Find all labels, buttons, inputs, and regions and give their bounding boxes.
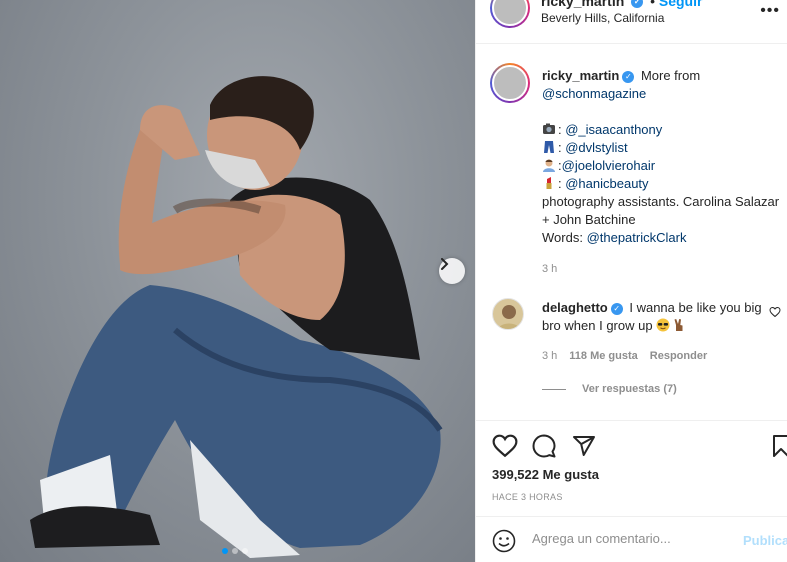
- commenter-avatar[interactable]: [492, 298, 524, 330]
- verified-badge-icon: ✓: [610, 302, 623, 315]
- caption-words-label: Words:: [542, 230, 587, 245]
- post-time-ago[interactable]: HACE 3 HORAS: [492, 492, 563, 502]
- author-username[interactable]: ricky_martin: [541, 0, 624, 9]
- verified-badge-icon: ✓: [631, 0, 644, 9]
- comment-likes[interactable]: 118 Me gusta: [569, 350, 637, 362]
- view-replies-button[interactable]: Ver respuestas (7): [542, 383, 677, 395]
- post-actions: 399,522 Me gusta HACE 3 HORAS: [476, 420, 787, 516]
- credit-link[interactable]: @_isaacanthony: [565, 122, 662, 137]
- author-avatar[interactable]: [490, 0, 530, 28]
- add-comment-bar: Publicar: [476, 516, 787, 562]
- sunglasses-emoji-icon: [656, 318, 670, 332]
- verified-badge-icon: ✓: [622, 70, 635, 83]
- header-separator: •: [650, 0, 655, 9]
- comment-username[interactable]: delaghetto: [542, 300, 608, 315]
- likes-count[interactable]: 399,522 Me gusta: [492, 467, 599, 482]
- header-user-line: ricky_martin ✓ • Seguir: [541, 0, 702, 9]
- caption-author-avatar[interactable]: [490, 63, 530, 103]
- carousel-indicator: [222, 548, 248, 554]
- replies-divider: [542, 388, 566, 390]
- more-options-icon[interactable]: •••: [760, 2, 780, 20]
- post-image: [30, 76, 443, 558]
- credit-link[interactable]: @thepatrickClark: [587, 230, 687, 245]
- caption-assistants: photography assistants. Carolina Salazar…: [542, 194, 780, 227]
- chevron-right-icon: [441, 258, 449, 270]
- haircut-emoji-icon: [543, 159, 555, 172]
- save-bookmark-icon[interactable]: [772, 434, 787, 458]
- mention-link[interactable]: @schonmagazine: [542, 86, 646, 101]
- caption-username[interactable]: ricky_martin: [542, 68, 619, 83]
- comment-timestamp[interactable]: 3 h: [542, 350, 557, 362]
- carousel-dot: [232, 548, 238, 554]
- reply-button[interactable]: Responder: [650, 350, 707, 362]
- jeans-emoji-icon: [544, 141, 554, 153]
- like-heart-icon[interactable]: [492, 434, 518, 458]
- like-comment-heart-icon[interactable]: [769, 306, 781, 318]
- comment-input[interactable]: [532, 531, 737, 546]
- carousel-dot: [222, 548, 228, 554]
- post-caption: ricky_martin ✓ More from @schonmagazine :…: [542, 67, 782, 247]
- share-send-icon[interactable]: [572, 434, 596, 458]
- emoji-picker-icon[interactable]: [492, 529, 516, 553]
- lipstick-emoji-icon: [546, 177, 552, 189]
- caption-text: More from: [640, 68, 701, 83]
- comment-bubble-icon[interactable]: [532, 434, 556, 458]
- credit-link[interactable]: @hanicbeauty: [565, 176, 648, 191]
- comment-meta: 3 h 118 Me gusta Responder: [542, 350, 707, 362]
- camera-emoji-icon: [543, 123, 555, 134]
- post-details-panel: ricky_martin ✓ • Seguir Beverly Hills, C…: [475, 0, 787, 562]
- caption-timestamp[interactable]: 3 h: [542, 263, 557, 275]
- credit-link[interactable]: @dvlstylist: [565, 140, 627, 155]
- comment: delaghetto ✓ I wanna be like you big bro …: [542, 299, 764, 335]
- post-photo[interactable]: [0, 0, 475, 562]
- carousel-dot: [242, 548, 248, 554]
- publish-button[interactable]: Publicar: [743, 533, 787, 548]
- carousel-next-button[interactable]: [439, 258, 465, 284]
- avatar-image: [497, 305, 521, 329]
- post-header: ricky_martin ✓ • Seguir Beverly Hills, C…: [476, 0, 787, 44]
- view-replies-label: Ver respuestas (7): [582, 383, 677, 395]
- victory-hand-emoji-icon: [674, 319, 683, 331]
- follow-button[interactable]: Seguir: [659, 0, 703, 9]
- credit-link[interactable]: @joelolvierohair: [562, 158, 655, 173]
- post-location[interactable]: Beverly Hills, California: [541, 11, 664, 25]
